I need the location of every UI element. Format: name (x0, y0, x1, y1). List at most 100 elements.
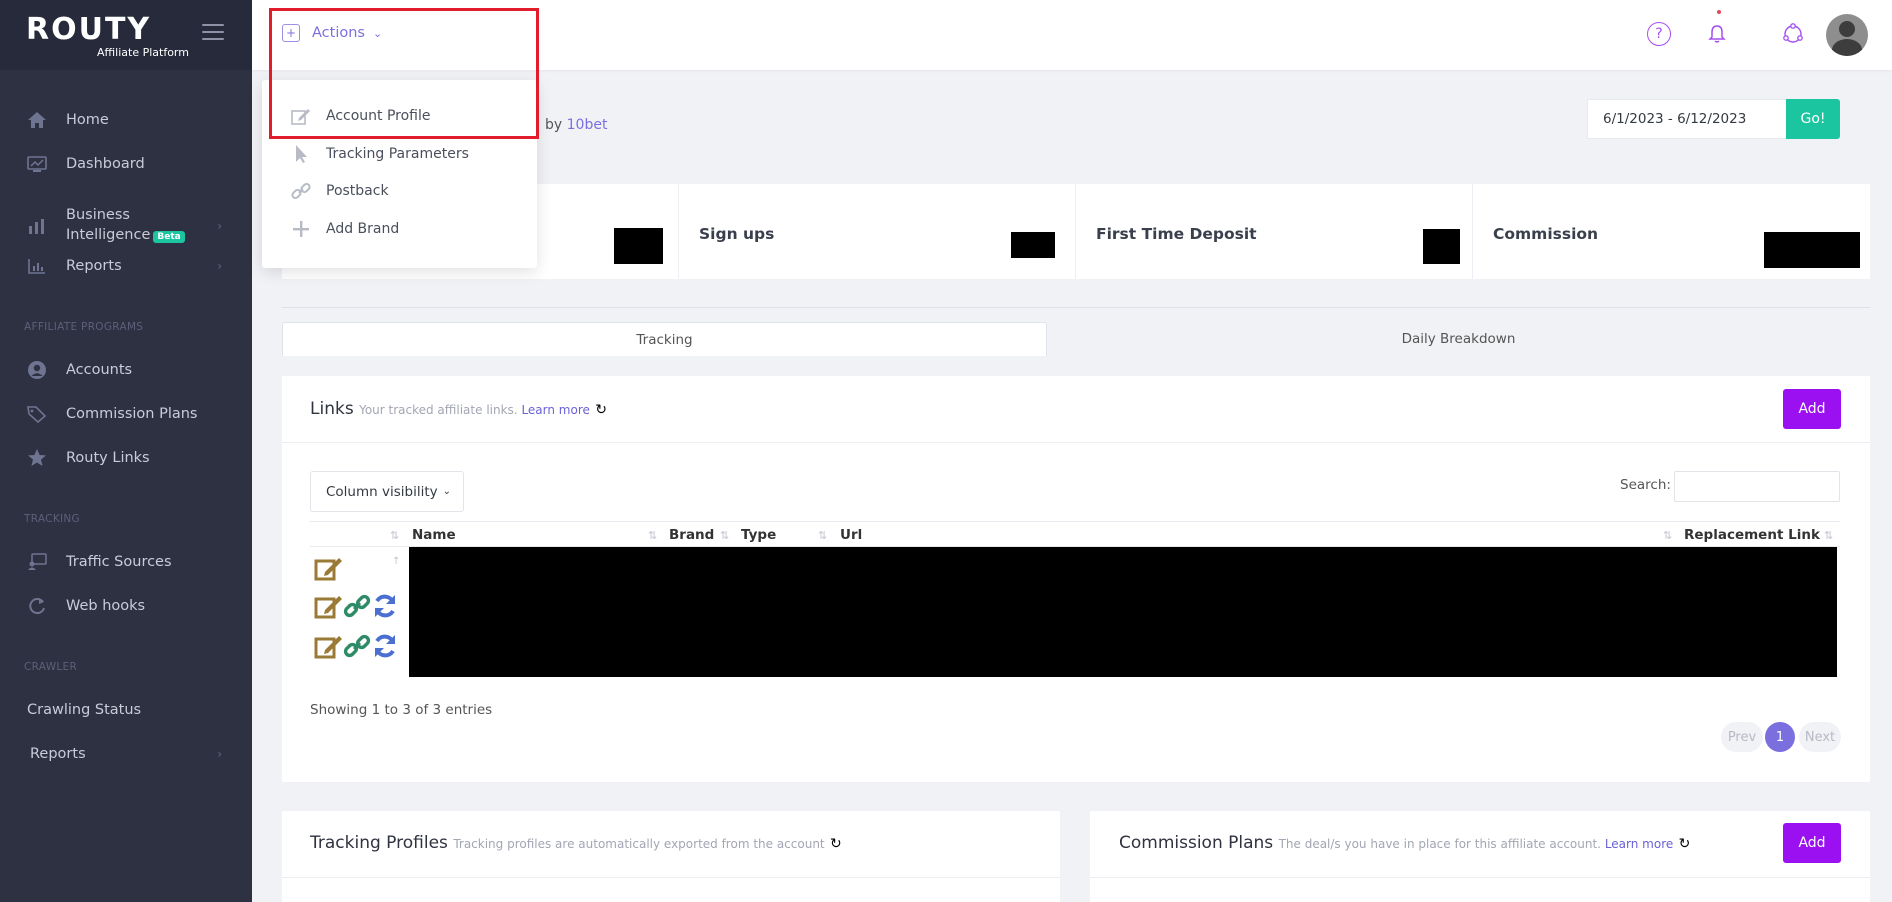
stat-card-commission: Commission (1473, 184, 1870, 279)
edit-icon[interactable] (313, 631, 343, 661)
bar-chart-icon (26, 216, 48, 236)
sidebar-item-label: Web hooks (66, 598, 146, 614)
sidebar-item-label: Reports (30, 746, 86, 762)
links-title-text: Links (310, 399, 354, 419)
card-divider (282, 442, 1870, 443)
search-input[interactable] (1674, 471, 1840, 502)
stat-label: Sign ups (699, 225, 775, 243)
sync-icon[interactable] (371, 632, 399, 660)
plus-icon (290, 219, 312, 239)
sidebar-item-label: Commission Plans (66, 406, 198, 422)
menu-item-tracking-parameters[interactable]: Tracking Parameters (290, 144, 469, 164)
edit-icon (290, 106, 312, 126)
beta-badge: Beta (153, 231, 185, 243)
column-header-type[interactable]: Type (741, 527, 776, 543)
chevron-right-icon: › (217, 219, 222, 233)
menu-item-postback[interactable]: Postback (290, 181, 389, 201)
sidebar-item-crawler-reports[interactable]: Reports › (0, 734, 252, 774)
sidebar-item-label: Business Intelligence Beta (66, 205, 185, 247)
column-header-url[interactable]: Url (840, 527, 862, 543)
menu-item-account-profile[interactable]: Account Profile (290, 106, 431, 126)
bell-icon[interactable] (1705, 22, 1729, 46)
tracking-profiles-title-text: Tracking Profiles (310, 833, 448, 853)
tracking-profiles-card (282, 811, 1060, 902)
sort-icon[interactable]: ⇅ (720, 529, 729, 542)
chevron-down-icon: ⌄ (442, 486, 452, 497)
links-subtitle: Your tracked affiliate links. Learn more (359, 403, 590, 417)
column-visibility-label: Column visibility (326, 483, 438, 500)
sidebar-item-crawling-status[interactable]: Crawling Status (0, 690, 252, 730)
sort-icon[interactable]: ⇅ (1824, 529, 1833, 542)
add-commission-plan-button[interactable]: Add (1783, 823, 1841, 863)
prev-button[interactable]: Prev (1721, 722, 1763, 752)
learn-more-link[interactable]: Learn more (521, 403, 589, 417)
sort-icon[interactable]: ⇅ (1663, 529, 1672, 542)
chevron-right-icon: › (217, 259, 222, 273)
stat-label: Commission (1493, 225, 1599, 243)
redacted-value (1423, 229, 1460, 264)
chevron-down-icon: ⌄ (372, 26, 383, 40)
sort-icon[interactable]: ⇅ (390, 529, 399, 542)
menu-item-label: Add Brand (326, 221, 400, 237)
tab-daily-breakdown[interactable]: Daily Breakdown (1047, 322, 1870, 356)
page-1-button[interactable]: 1 (1765, 722, 1795, 752)
brand-link[interactable]: 10bet (567, 117, 608, 133)
refresh-icon[interactable]: ↻ (595, 402, 607, 418)
hamburger-menu-icon[interactable] (202, 24, 224, 42)
tab-tracking[interactable]: Tracking (282, 322, 1047, 356)
table-header (310, 521, 1840, 547)
sync-icon[interactable] (371, 592, 399, 620)
avatar[interactable] (1826, 14, 1868, 56)
column-visibility-button[interactable]: Column visibility ⌄ (310, 471, 464, 512)
help-icon[interactable]: ? (1647, 22, 1671, 46)
edit-icon[interactable] (313, 591, 343, 621)
date-range-input[interactable]: 6/1/2023 - 6/12/2023 (1587, 99, 1787, 139)
actions-button[interactable]: + Actions ⌄ (282, 24, 382, 42)
add-link-button[interactable]: Add (1783, 389, 1841, 429)
tracking-profiles-title: Tracking Profiles Tracking profiles are … (310, 833, 842, 853)
sort-icon[interactable]: ⇅ (818, 529, 827, 542)
stat-card-signups: Sign ups (679, 184, 1076, 279)
menu-item-label: Account Profile (326, 108, 431, 124)
connections-icon[interactable] (1781, 22, 1805, 46)
sort-icon[interactable]: ⇅ (648, 529, 657, 542)
logo[interactable]: ROUTY (26, 12, 151, 47)
home-icon (26, 110, 48, 130)
refresh-icon[interactable]: ↻ (830, 836, 842, 852)
sidebar-item-routy-links[interactable]: Routy Links (0, 438, 252, 478)
sidebar-item-home[interactable]: Home (0, 100, 252, 140)
card-divider (282, 877, 1060, 878)
go-button[interactable]: Go! (1786, 99, 1840, 139)
column-header-name[interactable]: Name (412, 527, 456, 543)
star-icon (26, 448, 48, 468)
cursor-icon (290, 144, 312, 164)
link-icon[interactable] (343, 592, 371, 620)
sidebar-item-label: Reports (66, 258, 122, 274)
column-header-replacement-link[interactable]: Replacement Link (1684, 527, 1820, 543)
menu-item-add-brand[interactable]: Add Brand (290, 219, 399, 239)
sidebar-item-commission-plans[interactable]: Commission Plans (0, 394, 252, 434)
sort-asc-icon: ↑ (392, 556, 401, 567)
commission-plans-subtitle: The deal/s you have in place for this af… (1279, 837, 1674, 851)
column-header-brand[interactable]: Brand (669, 527, 714, 543)
sidebar-item-label: Dashboard (66, 156, 145, 172)
sidebar-item-reports[interactable]: Reports › (0, 246, 252, 286)
learn-more-link[interactable]: Learn more (1605, 837, 1673, 851)
sidebar-item-accounts[interactable]: Accounts (0, 350, 252, 390)
dashboard-icon (26, 154, 48, 174)
divider (282, 307, 1870, 308)
next-button[interactable]: Next (1799, 722, 1841, 752)
sidebar-item-dashboard[interactable]: Dashboard (0, 144, 252, 184)
actions-dropdown-menu: Account Profile Tracking Parameters Post… (262, 80, 537, 268)
link-icon[interactable] (343, 632, 371, 660)
table-info: Showing 1 to 3 of 3 entries (310, 702, 493, 718)
table-row (313, 631, 399, 661)
edit-icon[interactable] (313, 553, 343, 583)
refresh-icon[interactable]: ↻ (1679, 836, 1691, 852)
section-title-affiliate-programs: AFFILIATE PROGRAMS (24, 321, 144, 333)
stat-label: First Time Deposit (1096, 225, 1257, 243)
topbar: + Actions ⌄ ? (252, 0, 1892, 70)
sidebar-item-traffic-sources[interactable]: Traffic Sources (0, 542, 252, 582)
commission-plans-card (1090, 811, 1870, 902)
sidebar-item-web-hooks[interactable]: Web hooks (0, 586, 252, 626)
